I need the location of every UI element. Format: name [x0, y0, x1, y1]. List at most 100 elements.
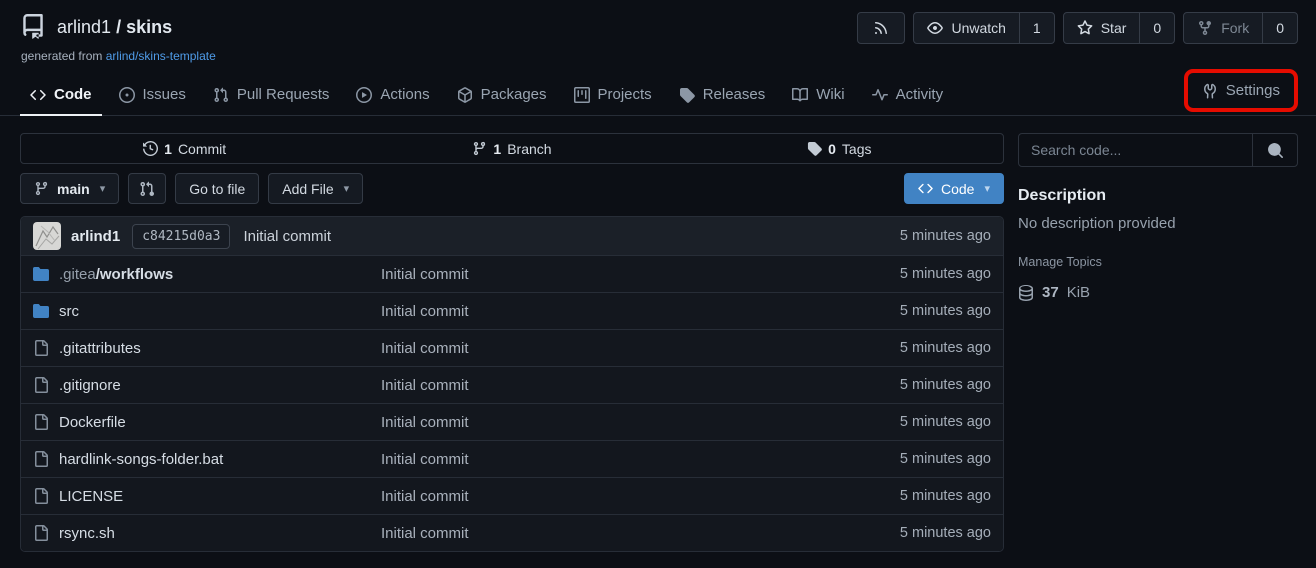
rss-icon: [873, 20, 889, 36]
stars-count[interactable]: 0: [1139, 13, 1174, 43]
watchers-count[interactable]: 1: [1019, 13, 1054, 43]
folder-icon: [33, 303, 49, 319]
git-compare-icon: [139, 181, 155, 197]
settings-annotation-box: Settings: [1184, 69, 1298, 112]
watch-button-group: Unwatch 1: [913, 12, 1054, 44]
template-repo-link[interactable]: arlind/skins-template: [106, 49, 216, 63]
file-commit-message[interactable]: Initial commit: [381, 303, 469, 320]
repo-header: arlind1 / skins generated from arlind/sk…: [0, 0, 1316, 63]
code-icon: [30, 87, 46, 103]
repo-sidebar: Description No description provided Mana…: [1018, 133, 1298, 301]
search-icon: [1267, 142, 1284, 159]
tag-icon: [679, 87, 695, 103]
branch-selector[interactable]: main ▾: [20, 173, 119, 204]
star-icon: [1077, 20, 1093, 36]
tab-releases[interactable]: Releases: [669, 77, 776, 116]
repo-title: arlind1 / skins: [57, 17, 172, 38]
star-button-group: Star 0: [1063, 12, 1175, 44]
branches-stat[interactable]: 1 Branch: [348, 141, 675, 157]
file-row-gitea-workflows[interactable]: .gitea/workflows Initial commit 5 minute…: [21, 255, 1003, 292]
repo-stats-bar: 1 Commit 1 Branch 0 Tags: [20, 133, 1004, 164]
repo-size-unit: KiB: [1067, 284, 1090, 301]
tab-issues[interactable]: Issues: [109, 77, 196, 116]
description-heading: Description: [1018, 187, 1298, 205]
tab-packages[interactable]: Packages: [447, 77, 557, 116]
chevron-down-icon: ▾: [100, 182, 106, 195]
tags-stat[interactable]: 0 Tags: [676, 141, 1003, 157]
file-commit-message[interactable]: Initial commit: [381, 488, 469, 505]
repo-name-link[interactable]: skins: [126, 17, 172, 37]
unwatch-button[interactable]: Unwatch: [914, 13, 1018, 43]
forks-count[interactable]: 0: [1262, 13, 1297, 43]
file-row-gitattributes[interactable]: .gitattributes Initial commit 5 minutes …: [21, 329, 1003, 366]
star-button[interactable]: Star: [1064, 13, 1140, 43]
repo-action-buttons: Unwatch 1 Star 0 Fork: [857, 12, 1298, 44]
rss-button[interactable]: [857, 12, 905, 44]
pulse-icon: [872, 87, 888, 103]
file-commit-message[interactable]: Initial commit: [381, 340, 469, 357]
file-commit-time: 5 minutes ago: [900, 451, 991, 467]
repo-content-column: 1 Commit 1 Branch 0 Tags main: [20, 133, 1004, 552]
fork-button[interactable]: Fork: [1184, 13, 1262, 43]
tag-icon: [807, 141, 822, 156]
tab-actions[interactable]: Actions: [346, 77, 439, 116]
commit-message-link[interactable]: Initial commit: [243, 228, 331, 245]
commits-stat[interactable]: 1 Commit: [21, 141, 348, 157]
file-icon: [33, 377, 49, 393]
folder-icon: [33, 266, 49, 282]
code-search-box: [1018, 133, 1298, 167]
file-row-hardlink-songs-folder-bat[interactable]: hardlink-songs-folder.bat Initial commit…: [21, 440, 1003, 477]
code-toolbar: main ▾ Go to file Add File ▾ Code ▾: [20, 173, 1004, 204]
file-icon: [33, 340, 49, 356]
latest-commit-row: arlind1 c84215d0a3 Initial commit 5 minu…: [21, 217, 1003, 255]
file-row-rsync-sh[interactable]: rsync.sh Initial commit 5 minutes ago: [21, 514, 1003, 551]
tab-projects[interactable]: Projects: [564, 77, 662, 116]
file-row-gitignore[interactable]: .gitignore Initial commit 5 minutes ago: [21, 366, 1003, 403]
repo-tab-bar: Code Issues Pull Requests Actions Packag…: [0, 74, 1316, 116]
chevron-down-icon: ▾: [344, 182, 350, 195]
file-row-license[interactable]: LICENSE Initial commit 5 minutes ago: [21, 477, 1003, 514]
file-commit-time: 5 minutes ago: [900, 488, 991, 504]
repo-size-value: 37: [1042, 284, 1059, 301]
file-commit-time: 5 minutes ago: [900, 414, 991, 430]
compare-branches-button[interactable]: [128, 173, 166, 204]
repo-owner-link[interactable]: arlind1: [57, 17, 111, 37]
search-input[interactable]: [1019, 134, 1252, 166]
file-icon: [33, 488, 49, 504]
package-icon: [457, 87, 473, 103]
go-to-file-button[interactable]: Go to file: [175, 173, 259, 204]
commit-time: 5 minutes ago: [900, 228, 991, 244]
tab-pull-requests[interactable]: Pull Requests: [203, 77, 340, 116]
fork-button-group: Fork 0: [1183, 12, 1298, 44]
database-icon: [1018, 285, 1034, 301]
file-commit-message[interactable]: Initial commit: [381, 451, 469, 468]
tab-activity[interactable]: Activity: [862, 77, 954, 116]
add-file-button[interactable]: Add File ▾: [268, 173, 363, 204]
file-table: arlind1 c84215d0a3 Initial commit 5 minu…: [20, 216, 1004, 552]
file-commit-message[interactable]: Initial commit: [381, 377, 469, 394]
file-commit-message[interactable]: Initial commit: [381, 414, 469, 431]
file-commit-time: 5 minutes ago: [900, 377, 991, 393]
pull-request-icon: [213, 87, 229, 103]
file-row-src[interactable]: src Initial commit 5 minutes ago: [21, 292, 1003, 329]
file-commit-message[interactable]: Initial commit: [381, 266, 469, 283]
repo-icon: [20, 14, 46, 40]
branch-icon: [34, 181, 49, 196]
tab-wiki[interactable]: Wiki: [782, 77, 854, 116]
avatar[interactable]: [33, 222, 61, 250]
commit-author-link[interactable]: arlind1: [71, 228, 120, 245]
file-commit-message[interactable]: Initial commit: [381, 525, 469, 542]
play-circle-icon: [356, 87, 372, 103]
tab-settings[interactable]: Settings: [1184, 69, 1298, 112]
gitea-repo-page: arlind1 / skins generated from arlind/sk…: [0, 0, 1316, 568]
file-row-dockerfile[interactable]: Dockerfile Initial commit 5 minutes ago: [21, 403, 1003, 440]
code-icon: [918, 181, 933, 196]
commit-hash-link[interactable]: c84215d0a3: [132, 224, 230, 249]
file-commit-time: 5 minutes ago: [900, 266, 991, 282]
tab-code[interactable]: Code: [20, 77, 102, 116]
code-download-button[interactable]: Code ▾: [904, 173, 1004, 204]
manage-topics-link[interactable]: Manage Topics: [1018, 255, 1298, 269]
file-commit-time: 5 minutes ago: [900, 303, 991, 319]
search-button[interactable]: [1252, 134, 1297, 166]
file-commit-time: 5 minutes ago: [900, 340, 991, 356]
